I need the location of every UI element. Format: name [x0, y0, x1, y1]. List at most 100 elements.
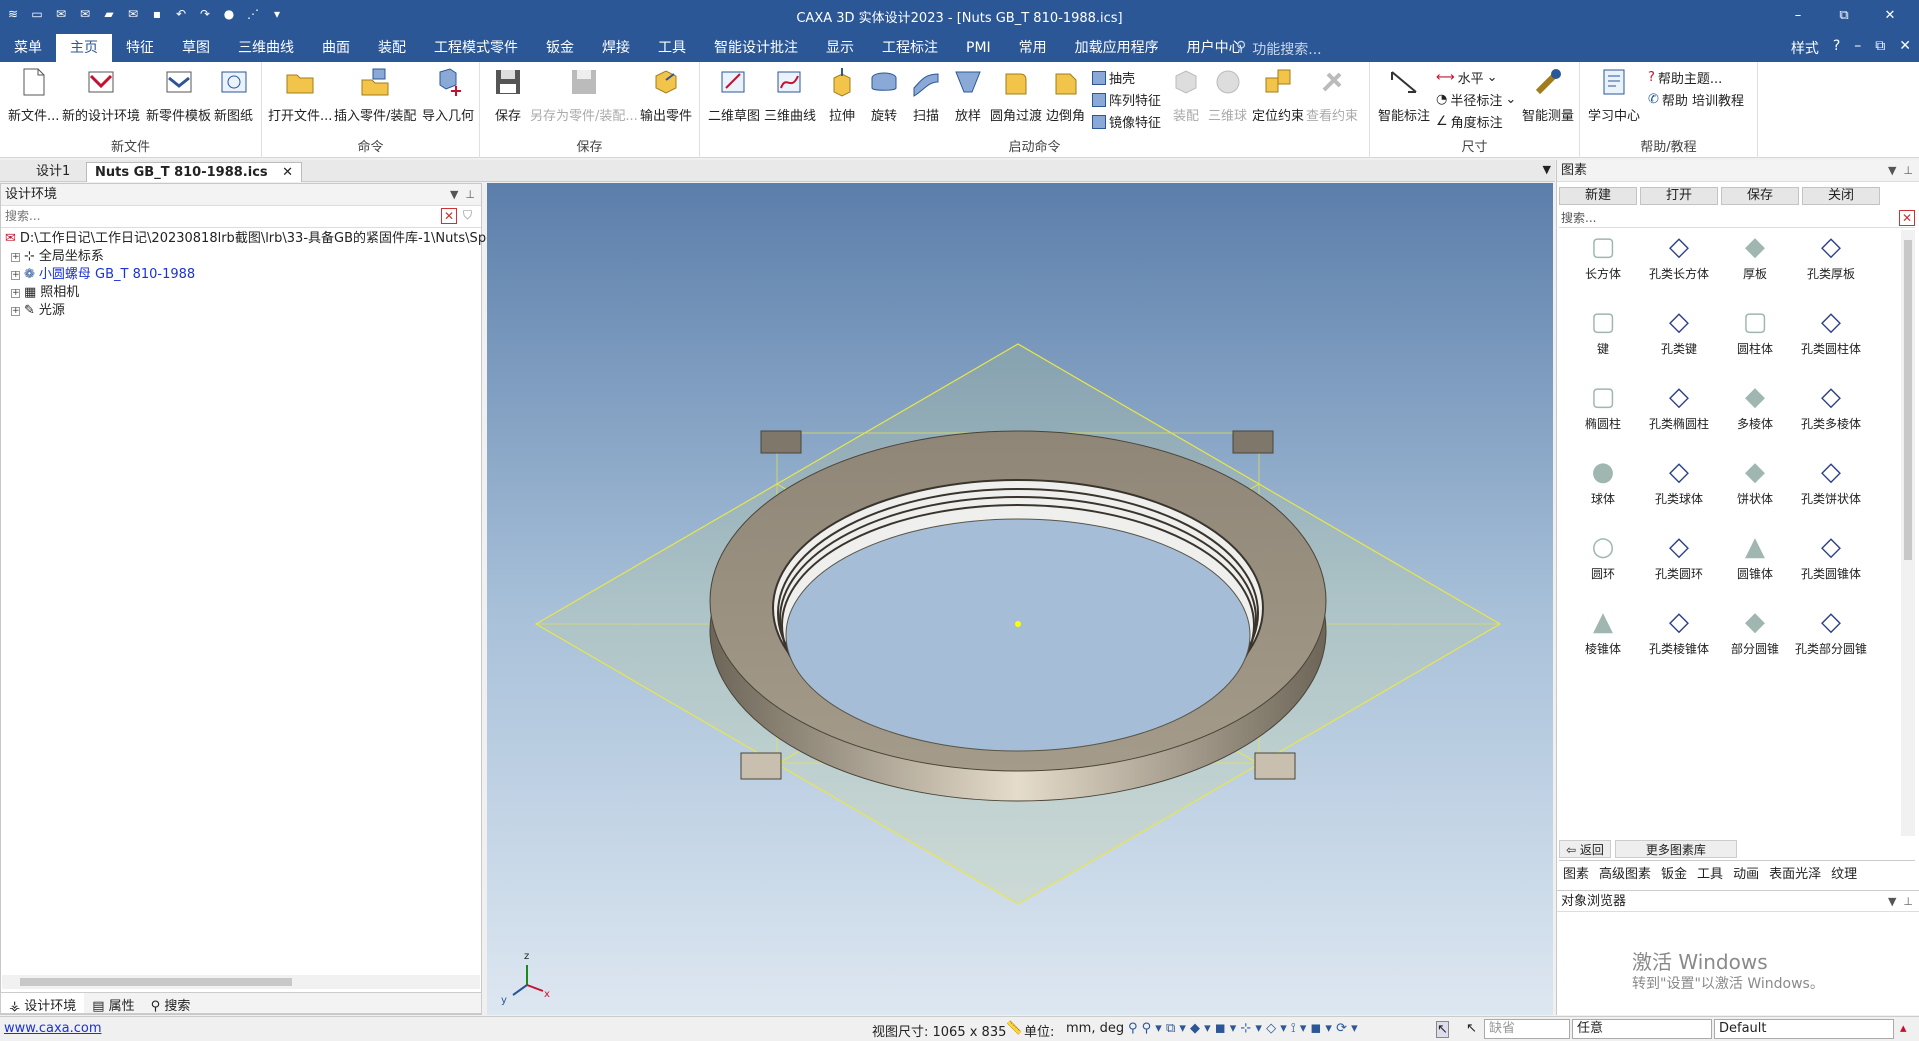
tree-item-camera[interactable]: + ▦ 照相机	[5, 284, 481, 302]
shell-button[interactable]: 抽壳	[1092, 68, 1135, 87]
pin-icon[interactable]: ⊥	[1903, 895, 1913, 908]
menu-tab-15[interactable]: 常用	[1005, 34, 1061, 62]
tab-list-icon[interactable]: ▼	[1543, 163, 1551, 176]
menu-tab-11[interactable]: 智能设计批注	[700, 34, 812, 62]
primitive-item[interactable]: ◇ 孔类多棱体	[1789, 382, 1873, 432]
clear-search-icon[interactable]: ✕	[1899, 210, 1915, 226]
primitive-item[interactable]: ▢ 圆柱体	[1713, 307, 1797, 357]
menu-tab-2[interactable]: 特征	[112, 34, 168, 62]
menu-tab-3[interactable]: 草图	[168, 34, 224, 62]
insert-part-button[interactable]: 插入零件/装配	[334, 66, 416, 124]
primitive-item[interactable]: ◇ 孔类椭圆柱	[1637, 382, 1721, 432]
library-save-button[interactable]: 保存	[1721, 187, 1799, 205]
new-file-button[interactable]: 新文件...	[8, 66, 59, 124]
primitive-item[interactable]: ◇ 孔类棱锥体	[1637, 607, 1721, 657]
dropdown-icon[interactable]: ▼	[1888, 164, 1896, 177]
doc-tab-design1[interactable]: 设计1	[28, 162, 78, 182]
menu-tab-7[interactable]: 工程模式零件	[420, 34, 532, 62]
library-open-button[interactable]: 打开	[1640, 187, 1718, 205]
ribbon-minimize-icon[interactable]: –	[1854, 38, 1861, 58]
expand-icon[interactable]: +	[11, 288, 20, 298]
library-tab-6[interactable]: 纹理	[1831, 863, 1857, 882]
library-vertical-scrollbar[interactable]	[1901, 230, 1915, 836]
tree-item-global-coords[interactable]: + ⊹ 全局坐标系	[5, 248, 481, 266]
select-pointer-icon[interactable]: ↖	[1436, 1021, 1449, 1038]
sketch-2d-button[interactable]: 二维草图	[708, 66, 760, 124]
save-button[interactable]: 保存	[492, 66, 524, 124]
primitive-item[interactable]: ● 球体	[1561, 457, 1645, 507]
filter-icon[interactable]: ⛉	[463, 208, 472, 223]
status-end-icon[interactable]: ▴	[1900, 1021, 1907, 1036]
new-design-env-button[interactable]: 新的设计环境	[62, 66, 140, 124]
function-search[interactable]: ⚲ 功能搜索...	[1236, 39, 1322, 59]
angle-dim-button[interactable]: ∠ 角度标注	[1436, 112, 1503, 131]
library-tab-1[interactable]: 高级图素	[1599, 863, 1651, 882]
primitive-item[interactable]: ◇ 孔类饼状体	[1789, 457, 1873, 507]
library-tab-3[interactable]: 工具	[1697, 863, 1723, 882]
expand-icon[interactable]: +	[11, 270, 20, 280]
more-libraries-button[interactable]: 更多图素库	[1614, 840, 1737, 858]
tree-search-input[interactable]	[1, 206, 421, 226]
menu-tab-0[interactable]: 菜单	[0, 34, 56, 62]
menu-tab-1[interactable]: 主页	[56, 34, 112, 62]
primitive-item[interactable]: ◇ 孔类圆柱体	[1789, 307, 1873, 357]
minimize-button[interactable]: –	[1775, 2, 1821, 28]
extrude-button[interactable]: 拉伸	[826, 66, 858, 124]
scroll-thumb[interactable]	[20, 978, 292, 986]
primitive-item[interactable]: ◆ 多棱体	[1713, 382, 1797, 432]
primitive-item[interactable]: ▲ 棱锥体	[1561, 607, 1645, 657]
back-button[interactable]: ⇦ 返回	[1559, 840, 1611, 858]
pattern-button[interactable]: 阵列特征	[1092, 90, 1161, 109]
smart-dimension-button[interactable]: 智能标注	[1378, 66, 1430, 124]
primitive-item[interactable]: ◆ 饼状体	[1713, 457, 1797, 507]
menu-tab-4[interactable]: 三维曲线	[224, 34, 308, 62]
expand-icon[interactable]: +	[11, 306, 20, 316]
menu-tab-10[interactable]: 工具	[644, 34, 700, 62]
filter-combo-2[interactable]: 任意	[1572, 1019, 1712, 1039]
menu-tab-6[interactable]: 装配	[364, 34, 420, 62]
learning-center-button[interactable]: 学习中心	[1588, 66, 1640, 124]
view-constraint-button[interactable]: 查看约束	[1306, 66, 1358, 124]
tab-design-env[interactable]: ⚶ 设计环境	[1, 993, 85, 1014]
doc-close-icon[interactable]: ✕	[1899, 38, 1911, 58]
primitive-item[interactable]: ▢ 长方体	[1561, 232, 1645, 282]
fillet-button[interactable]: 圆角过渡	[990, 66, 1042, 124]
library-tab-2[interactable]: 钣金	[1661, 863, 1687, 882]
doc-tab-nuts[interactable]: Nuts GB_T 810-1988.ics ✕	[86, 162, 303, 182]
primitive-item[interactable]: ◇ 孔类长方体	[1637, 232, 1721, 282]
radius-dim-button[interactable]: ◔ 半径标注 ⌄	[1436, 90, 1516, 109]
tab-properties[interactable]: ▤ 属性	[84, 993, 142, 1014]
primitive-item[interactable]: ◇ 孔类厚板	[1789, 232, 1873, 282]
pin-icon[interactable]: ⊥	[465, 188, 475, 201]
tree-root[interactable]: ✉ D:\工作日记\工作日记\20230818lrb截图\lrb\33-具备GB…	[5, 230, 513, 248]
filter-combo-3[interactable]: Default	[1714, 1019, 1894, 1039]
new-part-template-button[interactable]: 新零件模板	[146, 66, 211, 124]
close-button[interactable]: ✕	[1867, 2, 1913, 28]
library-new-button[interactable]: 新建	[1559, 187, 1637, 205]
primitive-item[interactable]: ▢ 椭圆柱	[1561, 382, 1645, 432]
menu-tab-14[interactable]: PMI	[952, 34, 1005, 62]
primitive-item[interactable]: ▲ 圆锥体	[1713, 532, 1797, 582]
style-menu[interactable]: 样式	[1791, 38, 1819, 58]
primitive-item[interactable]: ◆ 厚板	[1713, 232, 1797, 282]
tree-horizontal-scrollbar[interactable]	[2, 975, 480, 989]
primitive-item[interactable]: ◇ 孔类键	[1637, 307, 1721, 357]
view-tools-icons[interactable]: ⚲ ⚲ ▾ ⧉ ▾ ◆ ▾ ◼ ▾ ⊹ ▾ ◇ ▾ ⟟ ▾ ◼ ▾ ⟳ ▾	[1128, 1021, 1358, 1036]
library-search[interactable]: 搜索... ✕	[1559, 208, 1915, 228]
primitive-item[interactable]: ◇ 孔类圆环	[1637, 532, 1721, 582]
export-part-button[interactable]: 输出零件	[640, 66, 692, 124]
menu-tab-9[interactable]: 焊接	[588, 34, 644, 62]
library-tab-5[interactable]: 表面光泽	[1769, 863, 1821, 882]
clear-search-icon[interactable]: ✕	[441, 208, 457, 224]
menu-tab-8[interactable]: 钣金	[532, 34, 588, 62]
help-icon[interactable]: ?	[1833, 38, 1840, 58]
primitive-item[interactable]: ○ 圆环	[1561, 532, 1645, 582]
primitive-item[interactable]: ◆ 部分圆锥	[1713, 607, 1797, 657]
revolve-button[interactable]: 旋转	[868, 66, 900, 124]
doc-restore-icon[interactable]: ⧉	[1875, 38, 1885, 58]
unit-value[interactable]: mm, deg	[1066, 1021, 1124, 1036]
library-tab-4[interactable]: 动画	[1733, 863, 1759, 882]
training-tutorial-button[interactable]: ✆ 帮助 培训教程	[1648, 90, 1744, 109]
dropdown-icon[interactable]: ▼	[450, 188, 458, 201]
library-close-button[interactable]: 关闭	[1802, 187, 1880, 205]
